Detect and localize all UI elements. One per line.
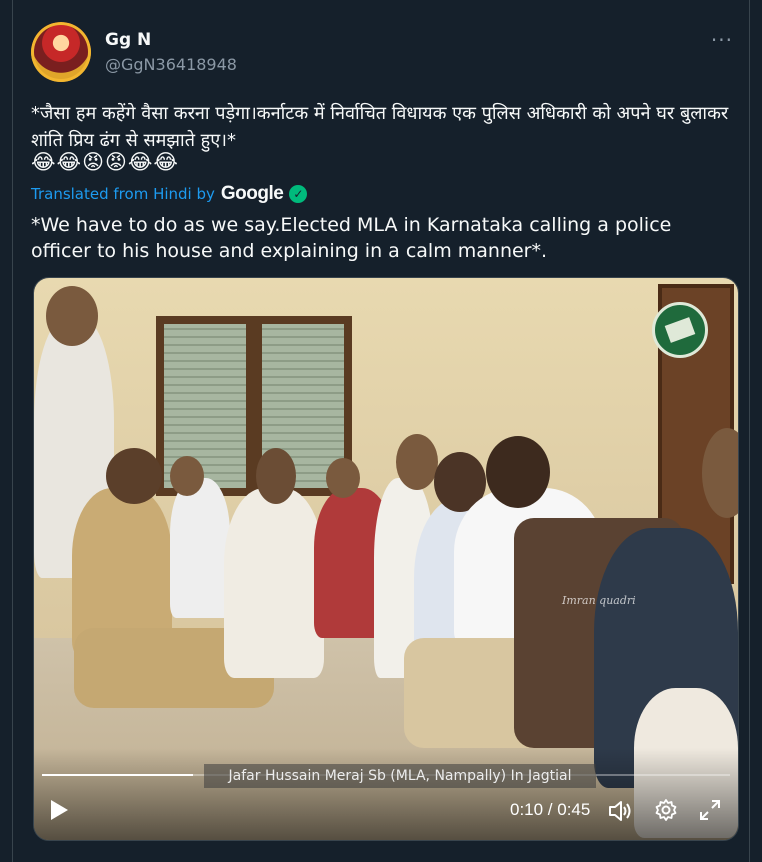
play-icon: [51, 800, 68, 820]
check-icon: ✓: [289, 185, 308, 203]
google-logo: Google: [220, 183, 284, 204]
settings-gear-icon[interactable]: [654, 798, 678, 822]
tweet-original-text: *जैसा हम कहेंगे वैसा करना पड़ेगा।कर्नाटक…: [31, 103, 729, 151]
video-progress-fill: [42, 774, 194, 776]
more-options-icon[interactable]: ···: [711, 28, 733, 52]
video-player[interactable]: Imran quadri Jafar Hussain Meraj Sb (MLA…: [33, 277, 739, 841]
volume-icon[interactable]: [608, 799, 634, 823]
author-name[interactable]: Gg N: [105, 30, 151, 50]
author-handle[interactable]: @GgN36418948: [105, 55, 237, 74]
channel-logo: [652, 302, 708, 358]
fullscreen-icon[interactable]: [698, 798, 722, 822]
video-caption: Jafar Hussain Meraj Sb (MLA, Nampally) I…: [204, 764, 596, 788]
translation-attribution: Translated from Hindi by Google ✓: [31, 182, 308, 206]
tweet-card: Gg N @GgN36418948 ··· *जैसा हम कहेंगे वै…: [12, 0, 750, 862]
tweet-emojis: 😂😂😡😡😂😂: [31, 150, 179, 174]
video-watermark: Imran quadri: [562, 594, 636, 607]
tweet-translated-text: *We have to do as we say.Elected MLA in …: [31, 214, 672, 262]
translated-label: Translated from Hindi by: [31, 185, 215, 203]
controls-overlay: [34, 748, 738, 840]
play-button[interactable]: [48, 798, 70, 822]
video-time: 0:10 / 0:45: [510, 800, 591, 819]
avatar[interactable]: [31, 22, 91, 82]
